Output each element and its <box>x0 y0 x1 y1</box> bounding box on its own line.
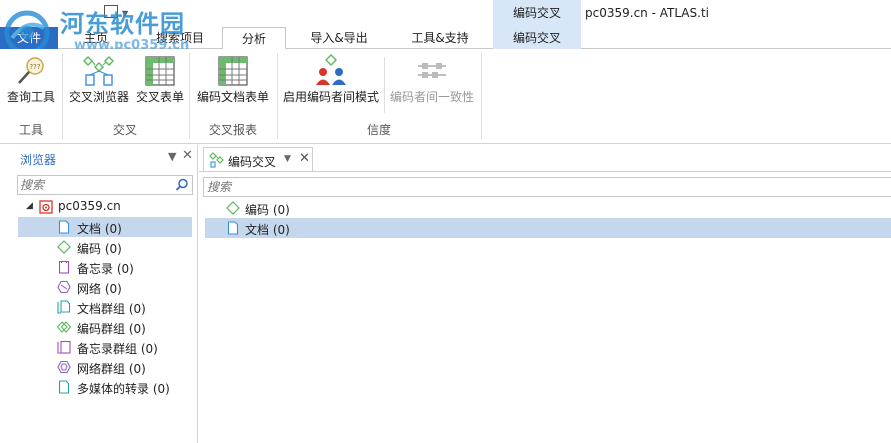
project-icon <box>39 200 53 214</box>
browser-tree: 文档 (0) 编码 (0) 备忘录 (0) 网络 (0) 文档群组 (0) 编码… <box>18 217 192 397</box>
tab-code-cross[interactable]: 编码交叉 <box>493 27 581 49</box>
tree-item-codes[interactable]: 编码 (0) <box>18 237 192 257</box>
title-bar: ▼ 编码交叉 pc0359.cn - ATLAS.ti <box>0 0 891 27</box>
ribbon-tabs: 文件 主页 搜索项目 分析 导入&导出 工具&支持 编码交叉 <box>0 27 891 50</box>
browser-pane: 浏览器 ▼ ✕ ◢ pc0359.cn 文档 (0) 编码 (0) 备忘录 (0 <box>0 145 198 443</box>
group-label-cross: 交叉 <box>112 123 137 137</box>
tab-search-project[interactable]: 搜索项目 <box>140 27 220 49</box>
memo-group-icon <box>57 340 71 354</box>
code-diamond-icon <box>57 240 71 254</box>
tree-item-documents[interactable]: 文档 (0) <box>18 217 192 237</box>
document-icon <box>227 221 239 235</box>
quick-access-toolbar[interactable]: ▼ <box>100 4 140 20</box>
button-separator <box>384 57 385 113</box>
tab-analysis[interactable]: 分析 <box>222 27 286 50</box>
tab-file[interactable]: 文件 <box>0 27 58 49</box>
group-label-reliability: 信度 <box>366 123 391 137</box>
group-separator <box>481 53 482 139</box>
coders-icon <box>316 54 346 85</box>
code-cross-list: 编码 (0) 文档 (0) <box>205 198 891 238</box>
tab-strip-divider <box>199 171 891 172</box>
pane-menu-icon[interactable]: ▼ <box>168 150 176 163</box>
list-item-documents[interactable]: 文档 (0) <box>205 218 891 238</box>
group-label-tools: 工具 <box>18 123 43 137</box>
list-item-codes[interactable]: 编码 (0) <box>205 198 891 218</box>
memo-icon <box>58 260 70 274</box>
tree-item-memo-groups[interactable]: 备忘录群组 (0) <box>18 337 192 357</box>
browser-header: 浏览器 ▼ ✕ <box>16 148 194 169</box>
network-group-icon <box>57 360 71 374</box>
tree-item-networks[interactable]: 网络 (0) <box>18 277 192 297</box>
query-tool-icon: ??? <box>18 57 44 84</box>
search-icon[interactable] <box>175 178 189 192</box>
agreement-icon <box>418 63 446 78</box>
caret-down-icon[interactable]: ▼ <box>122 9 128 18</box>
tab-tools-support[interactable]: 工具&支持 <box>398 27 482 49</box>
tree-item-network-groups[interactable]: 网络群组 (0) <box>18 357 192 377</box>
inter-coder-mode-button[interactable]: 启用编码者间模式 <box>280 53 382 113</box>
document-tab-label: 编码交叉 <box>228 155 277 169</box>
collapse-triangle-icon[interactable]: ◢ <box>26 201 33 211</box>
document-tab-code-cross[interactable]: 编码交叉 ▼ ✕ <box>203 147 313 171</box>
tab-menu-icon[interactable]: ▼ <box>284 154 291 164</box>
ribbon: ??? 查询工具 工具 交叉浏览器 交叉表单 交叉 编码文档表单 交叉报表 启用… <box>0 49 891 144</box>
code-group-icon <box>57 321 71 333</box>
code-cross-pane: 编码交叉 ▼ ✕ 编码 (0) 文档 (0) <box>199 145 891 443</box>
app-title: pc0359.cn - ATLAS.ti <box>585 6 709 20</box>
cross-browser-icon <box>83 56 114 86</box>
browser-search-input[interactable] <box>20 177 170 193</box>
tree-item-document-groups[interactable]: 文档群组 (0) <box>18 297 192 317</box>
query-tool-button[interactable]: ??? 查询工具 <box>2 53 60 113</box>
code-cross-icon <box>209 152 224 168</box>
close-icon[interactable]: ✕ <box>182 148 193 163</box>
tree-item-multimedia-transcripts[interactable]: 多媒体的转录 (0) <box>18 377 192 397</box>
context-title: 编码交叉 <box>493 0 581 27</box>
cross-table-button[interactable]: 交叉表单 <box>134 53 186 113</box>
tree-item-code-groups[interactable]: 编码群组 (0) <box>18 317 192 337</box>
tab-import-export[interactable]: 导入&导出 <box>296 27 382 49</box>
window-icon[interactable] <box>104 5 118 18</box>
group-label-cross-report: 交叉报表 <box>208 123 257 137</box>
project-name: pc0359.cn <box>58 199 121 213</box>
inter-coder-agreement-button[interactable]: 编码者间一致性 <box>386 53 478 113</box>
document-group-icon <box>57 300 71 314</box>
document-icon <box>58 220 70 234</box>
cross-browser-button[interactable]: 交叉浏览器 <box>66 53 132 113</box>
tree-root-project[interactable]: ◢ pc0359.cn <box>20 197 192 217</box>
network-icon <box>57 280 71 294</box>
close-icon[interactable]: ✕ <box>299 151 310 166</box>
svg-text:???: ??? <box>29 63 40 71</box>
main-search-input[interactable] <box>207 179 507 195</box>
browser-title: 浏览器 <box>20 153 57 167</box>
transcript-icon <box>58 380 70 394</box>
main-search-box[interactable] <box>203 177 891 197</box>
tree-item-memos[interactable]: 备忘录 (0) <box>18 257 192 277</box>
code-document-table-button[interactable]: 编码文档表单 <box>194 53 272 113</box>
cross-table-icon <box>145 56 175 86</box>
code-document-table-icon <box>218 56 248 86</box>
code-diamond-icon <box>226 201 240 215</box>
tab-home[interactable]: 主页 <box>66 27 126 49</box>
browser-search-box[interactable] <box>17 175 193 195</box>
